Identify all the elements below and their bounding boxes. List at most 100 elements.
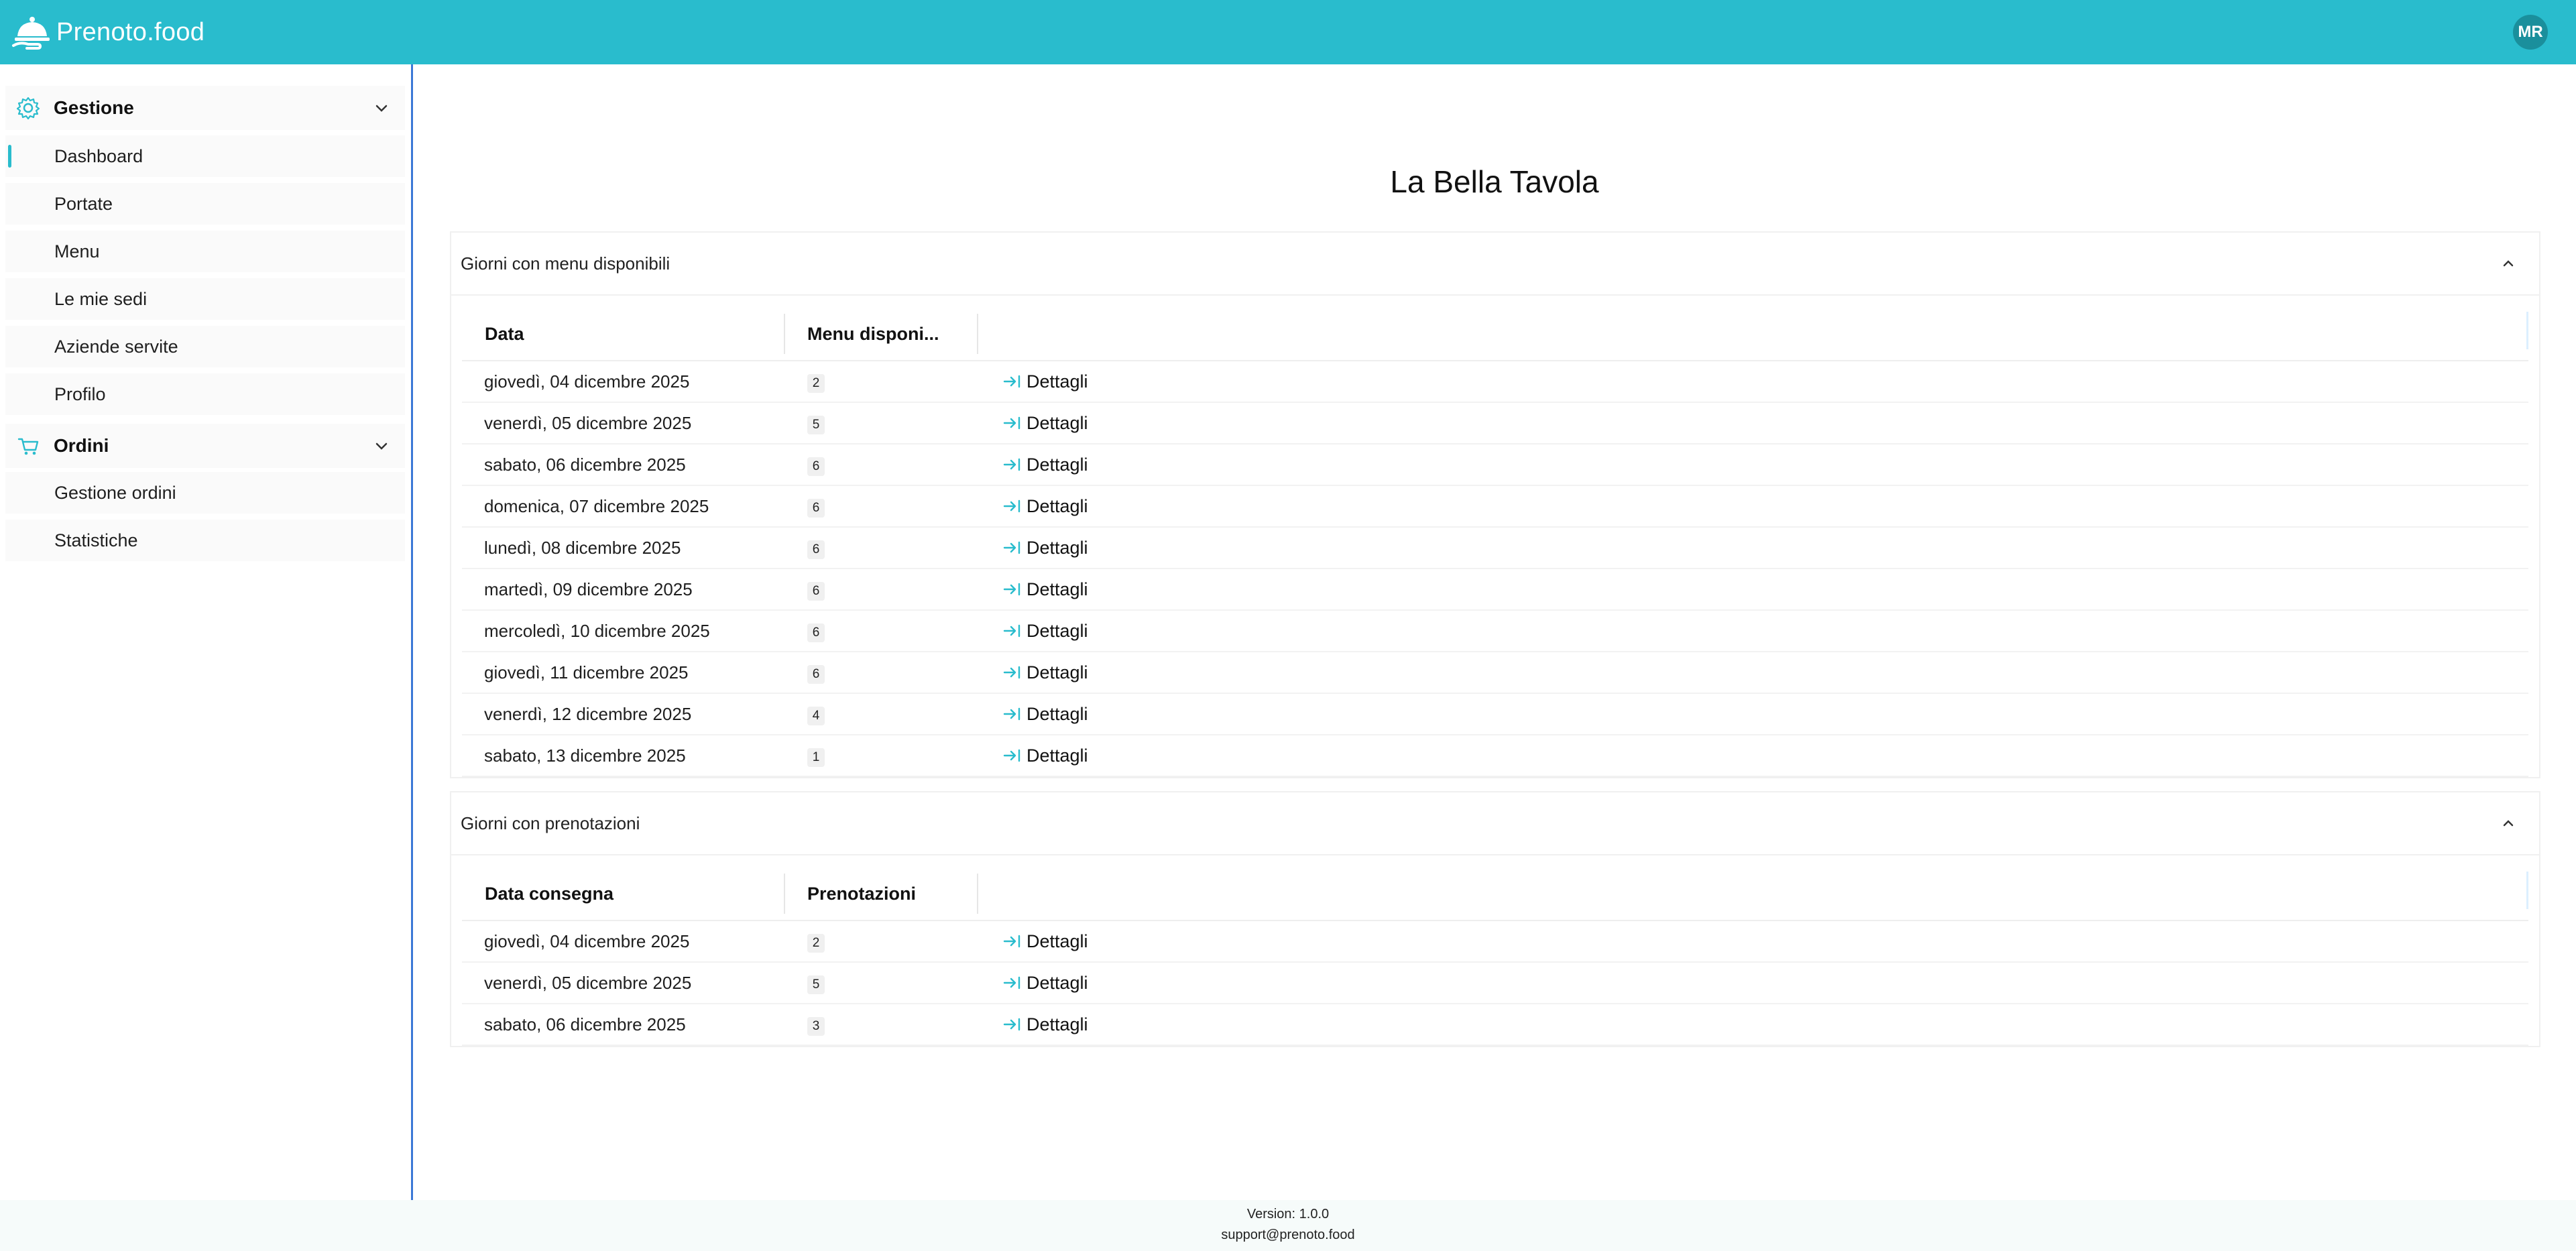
cloche-icon [12,17,50,50]
support-email[interactable]: support@prenoto.food [0,1228,2576,1243]
table-row: venerdì, 05 dicembre 2025 5 Dettagli [462,403,2528,444]
chevron-down-icon[interactable] [373,99,390,117]
sidebar-item-portate[interactable]: Portate [5,183,405,225]
count-badge: 6 [807,581,825,601]
dettagli-label: Dettagli [1027,495,1088,516]
sidebar-item-le-mie-sedi[interactable]: Le mie sedi [5,278,405,320]
chevron-down-icon[interactable] [373,437,390,455]
footer: Version: 1.0.0 support@prenoto.food [0,1200,2576,1251]
cell-count: 6 [785,454,978,476]
cell-count: 6 [785,537,978,559]
panel-title: Giorni con prenotazioni [461,813,640,833]
dettagli-link[interactable]: Dettagli [1002,704,1088,725]
dettagli-link[interactable]: Dettagli [1002,538,1088,558]
dettagli-label: Dettagli [1027,371,1088,392]
dettagli-link[interactable]: Dettagli [1002,1014,1088,1035]
arrow-right-to-bar-icon [1003,458,1020,471]
sidebar-group-label: Gestione [54,97,134,118]
dettagli-label: Dettagli [1027,412,1088,433]
table-row: giovedì, 04 dicembre 2025 2 Dettagli [462,361,2528,403]
dettagli-link[interactable]: Dettagli [1002,579,1088,600]
column-resize-handle[interactable] [2526,312,2528,349]
sidebar-item-aziende-servite[interactable]: Aziende servite [5,326,405,367]
column-resize-handle[interactable] [2526,872,2528,909]
count-badge: 2 [807,933,825,953]
sidebar-item-gestione-ordini[interactable]: Gestione ordini [5,472,405,514]
reservations-table: Data consegna Prenotazioni giovedì, 04 d… [462,868,2528,1046]
column-header-prenotazioni[interactable]: Prenotazioni [785,874,978,914]
dettagli-link[interactable]: Dettagli [1002,973,1088,994]
cell-date: giovedì, 04 dicembre 2025 [484,371,690,392]
cell-date: venerdì, 05 dicembre 2025 [484,412,692,433]
sidebar-item-dashboard[interactable]: Dashboard [5,135,405,177]
cell-count: 5 [785,412,978,434]
cell-date: giovedì, 04 dicembre 2025 [484,931,690,951]
dettagli-label: Dettagli [1027,537,1088,558]
table-row: venerdì, 05 dicembre 2025 5 Dettagli [462,963,2528,1004]
dettagli-label: Dettagli [1027,454,1088,475]
count-badge: 5 [807,975,825,994]
reservations-panel: Giorni con prenotazioni Data consegna Pr… [450,791,2540,1047]
dettagli-link[interactable]: Dettagli [1002,931,1088,952]
table-row: sabato, 06 dicembre 2025 6 Dettagli [462,444,2528,486]
sidebar-item-label: Dashboard [54,145,143,166]
sidebar-item-statistiche[interactable]: Statistiche [5,520,405,561]
dettagli-link[interactable]: Dettagli [1002,371,1088,392]
version-text: Version: 1.0.0 [1246,1207,1330,1222]
arrow-right-to-bar-icon [1003,749,1020,762]
cell-date: domenica, 07 dicembre 2025 [484,495,709,516]
cell-count: 6 [785,620,978,642]
table-row: giovedì, 04 dicembre 2025 2 Dettagli [462,921,2528,963]
sidebar-item-menu[interactable]: Menu [5,231,405,272]
dettagli-label: Dettagli [1027,703,1088,724]
dettagli-link[interactable]: Dettagli [1002,413,1088,434]
table-row: domenica, 07 dicembre 2025 6 Dettagli [462,486,2528,528]
count-badge: 4 [807,706,825,725]
sidebar-group-gestione[interactable]: Gestione [5,86,405,130]
arrow-right-to-bar-icon [1003,583,1020,596]
dettagli-link[interactable]: Dettagli [1002,496,1088,517]
sidebar-group-ordini[interactable]: Ordini [5,424,405,468]
column-header-menu-disponibili[interactable]: Menu disponi... [785,314,978,354]
dettagli-label: Dettagli [1027,579,1088,599]
sidebar-item-label: Profilo [54,383,106,404]
table-row: mercoledì, 10 dicembre 2025 6 Dettagli [462,611,2528,652]
menu-days-panel-header[interactable]: Giorni con menu disponibili [451,233,2539,296]
column-header-data[interactable]: Data [462,314,785,354]
count-badge: 6 [807,623,825,642]
sidebar-item-label: Aziende servite [54,336,178,357]
arrow-right-to-bar-icon [1003,375,1020,388]
count-badge: 6 [807,498,825,518]
arrow-right-to-bar-icon [1003,976,1020,990]
brand[interactable]: Prenoto.food [11,12,204,52]
arrow-right-to-bar-icon [1003,624,1020,638]
chevron-up-icon[interactable] [2500,255,2516,272]
reservations-panel-header[interactable]: Giorni con prenotazioni [451,792,2539,855]
cell-date: sabato, 06 dicembre 2025 [484,1014,686,1034]
count-badge: 5 [807,415,825,434]
dettagli-link[interactable]: Dettagli [1002,455,1088,475]
chevron-up-icon[interactable] [2500,815,2516,831]
dettagli-label: Dettagli [1027,972,1088,993]
table-row: venerdì, 12 dicembre 2025 4 Dettagli [462,694,2528,735]
table-body: giovedì, 04 dicembre 2025 2 Dettagli venerd… [462,361,2528,777]
user-avatar[interactable]: MR [2513,15,2548,50]
panel-title: Giorni con menu disponibili [461,253,670,274]
table-row: sabato, 13 dicembre 2025 1 Dettagli [462,735,2528,777]
table-body: giovedì, 04 dicembre 2025 2 Dettagli venerd… [462,921,2528,1046]
table-header: Data Menu disponi... [462,308,2528,361]
dettagli-label: Dettagli [1027,620,1088,641]
dettagli-link[interactable]: Dettagli [1002,746,1088,766]
app-header: Prenoto.food MR [0,0,2576,64]
menu-days-panel: Giorni con menu disponibili Data Menu di… [450,231,2540,778]
cell-count: 2 [785,371,978,393]
sidebar-item-label: Menu [54,241,100,261]
dettagli-link[interactable]: Dettagli [1002,662,1088,683]
column-header-data-consegna[interactable]: Data consegna [462,874,785,914]
arrow-right-to-bar-icon [1003,707,1020,721]
arrow-right-to-bar-icon [1003,935,1020,948]
dettagli-label: Dettagli [1027,1014,1088,1034]
dettagli-link[interactable]: Dettagli [1002,621,1088,642]
sidebar-item-profilo[interactable]: Profilo [5,373,405,415]
table-row: sabato, 06 dicembre 2025 3 Dettagli [462,1004,2528,1046]
